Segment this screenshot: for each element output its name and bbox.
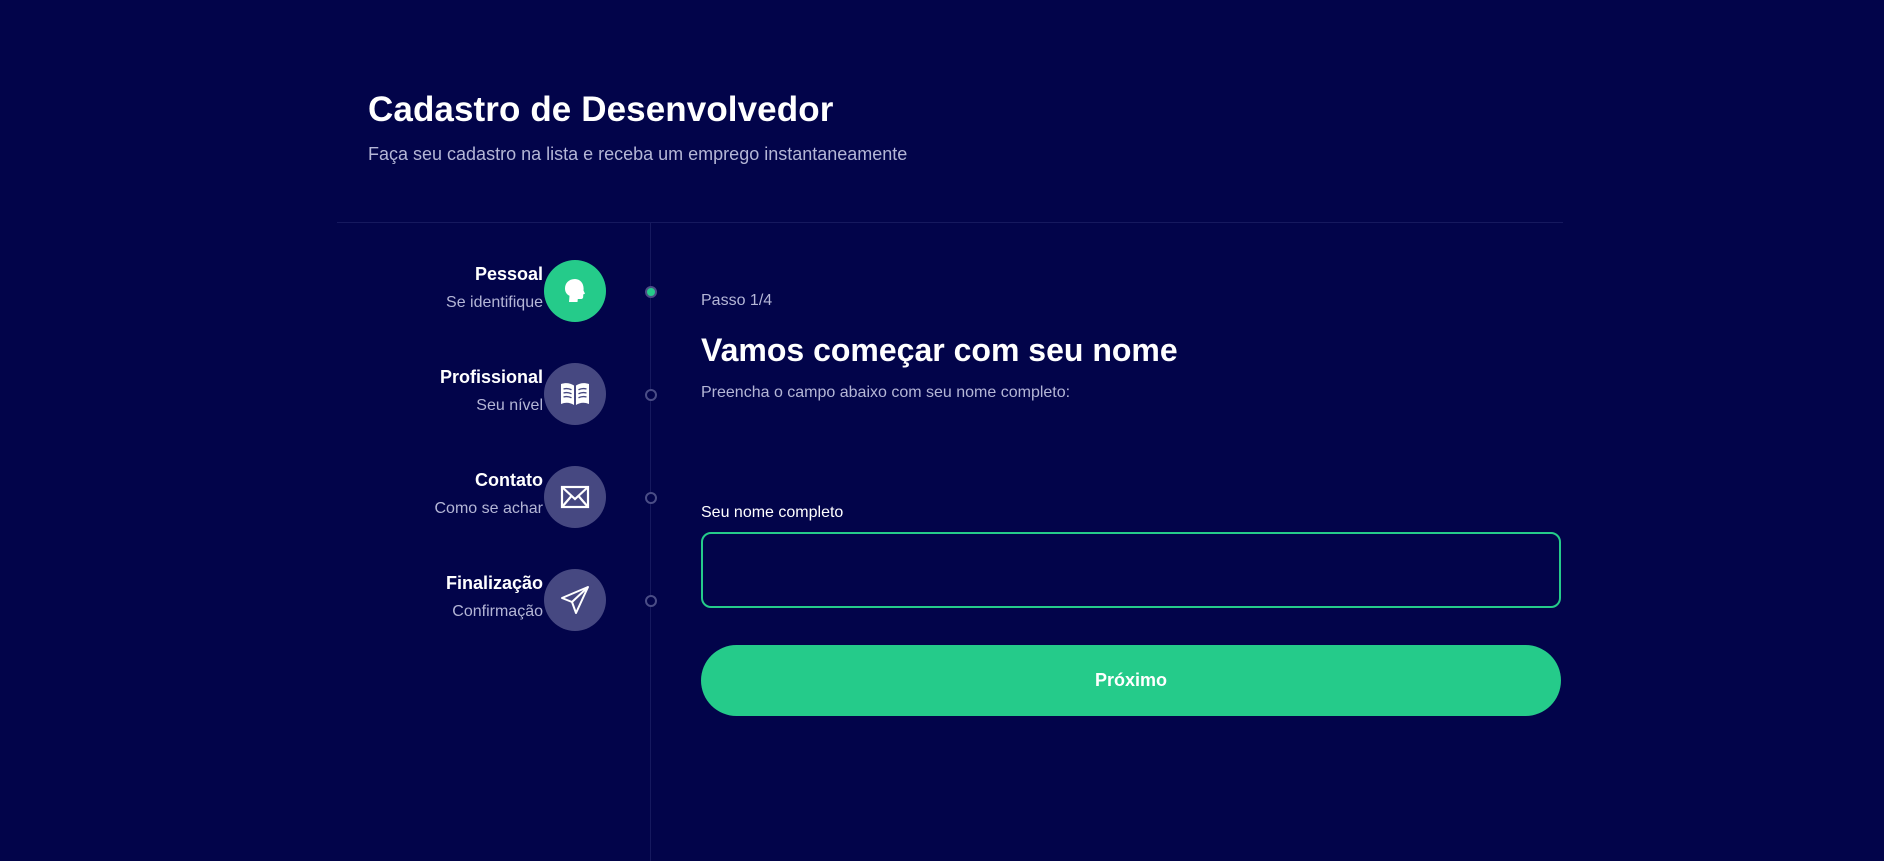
step-item-finalizacao[interactable]: Finalização Confirmação <box>380 569 670 633</box>
mail-icon <box>560 485 590 509</box>
step-subtitle: Se identifique <box>446 294 543 311</box>
step-counter: Passo 1/4 <box>701 292 773 309</box>
step-circle[interactable] <box>544 569 606 631</box>
full-name-input[interactable] <box>701 532 1561 608</box>
registration-page: Cadastro de Desenvolvedor Faça seu cadas… <box>0 0 1884 861</box>
step-circle[interactable] <box>544 260 606 322</box>
form-panel: Passo 1/4 Vamos começar com seu nome Pre… <box>701 290 1561 716</box>
form-heading: Vamos começar com seu nome <box>701 332 1178 368</box>
step-subtitle: Seu nível <box>476 397 543 414</box>
name-field-label: Seu nome completo <box>701 504 844 521</box>
form-description: Preencha o campo abaixo com seu nome com… <box>701 384 1071 401</box>
send-icon <box>561 586 589 614</box>
header-divider <box>337 222 1563 223</box>
page-title: Cadastro de Desenvolvedor <box>368 90 834 129</box>
step-item-profissional[interactable]: Profissional Seu nível <box>380 363 670 427</box>
timeline-dot <box>645 595 657 607</box>
timeline-dot <box>645 492 657 504</box>
step-item-contato[interactable]: Contato Como se achar <box>380 466 670 530</box>
step-title: Contato <box>475 470 543 490</box>
step-title: Finalização <box>445 573 543 593</box>
timeline-dot <box>645 286 657 298</box>
step-title: Pessoal <box>474 264 543 284</box>
step-item-pessoal[interactable]: Pessoal Se identifique <box>380 260 670 324</box>
step-circle[interactable] <box>544 363 606 425</box>
person-head-icon <box>565 279 585 302</box>
page-subtitle: Faça seu cadastro na lista e receba um e… <box>368 144 908 164</box>
book-icon <box>561 383 589 405</box>
timeline-dot <box>645 389 657 401</box>
next-button[interactable]: Próximo <box>701 645 1561 716</box>
step-title: Profissional <box>439 367 543 387</box>
step-circle[interactable] <box>544 466 606 528</box>
step-subtitle: Confirmação <box>452 603 543 620</box>
page-header: Cadastro de Desenvolvedor Faça seu cadas… <box>368 88 1368 166</box>
step-subtitle: Como se achar <box>434 500 544 517</box>
